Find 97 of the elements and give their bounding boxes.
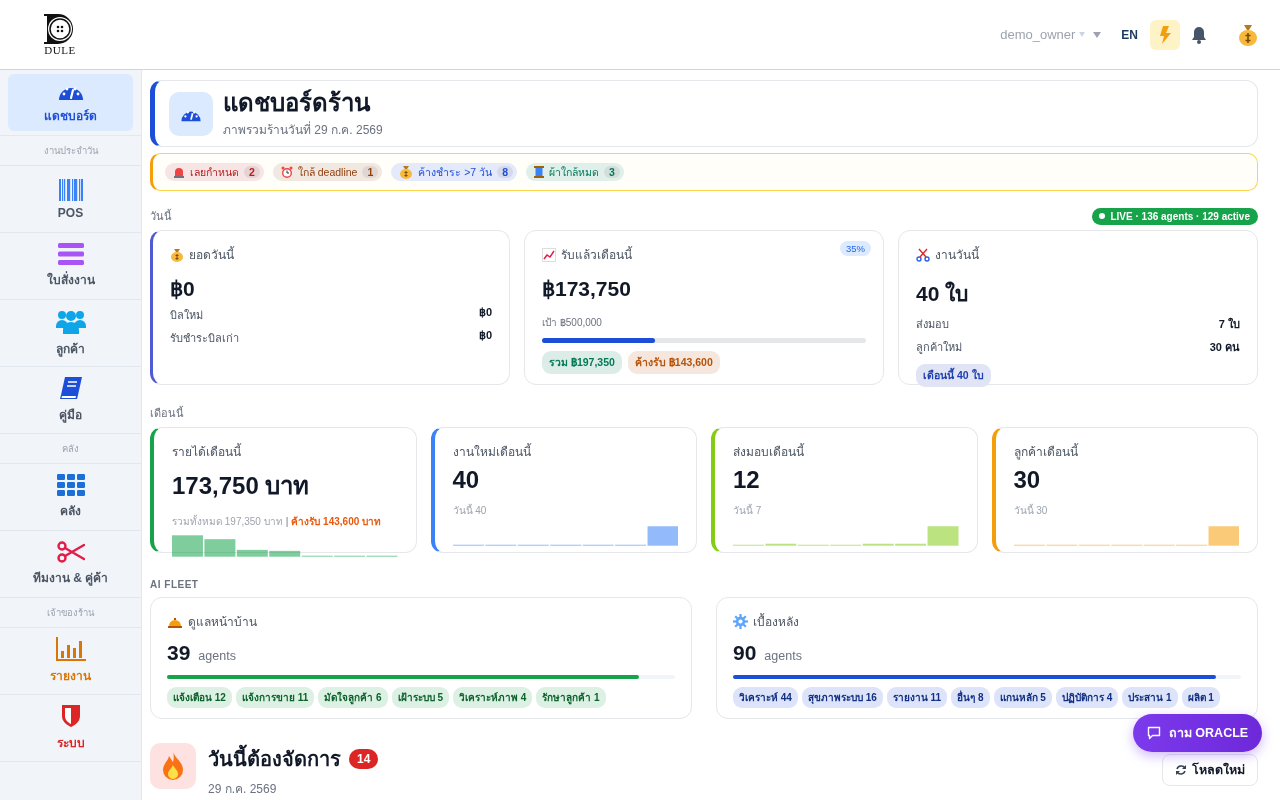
agent-tag: วิเคราะห์ภาพ 4	[452, 687, 533, 708]
nav-item[interactable]: คลัง	[8, 468, 133, 526]
card-title: งานใหม่เดือนนี้	[452, 442, 531, 461]
nav-item[interactable]: แดชบอร์ด	[8, 74, 133, 131]
agent-tag: วิเคราะห์ 44	[733, 687, 798, 708]
reload-button[interactable]: โหลดใหม่	[1162, 754, 1258, 786]
gauge-icon	[169, 91, 213, 136]
row-value: ฿0	[478, 329, 492, 343]
chart-icon	[542, 247, 556, 262]
spool-icon	[533, 166, 544, 178]
gear-icon	[733, 614, 748, 629]
row-value: ฿0	[478, 306, 492, 320]
card-title: เบื้องหลัง	[753, 612, 799, 631]
section-title: วันนี้ต้องจัดการ	[208, 743, 341, 775]
date-text: 29 ก.ค. 2569	[208, 781, 278, 798]
notification-icon[interactable]	[1190, 25, 1208, 44]
agent-tag: แกนหลัก 5	[993, 687, 1052, 708]
section-label: เดือนนี้	[150, 405, 184, 421]
agent-count: 90	[733, 641, 757, 665]
section-label: งานประจำวัน	[43, 144, 98, 158]
summary-tag: ค้างรับ ฿143,600	[627, 351, 720, 374]
agent-tag: สุขภาพระบบ 16	[801, 687, 883, 708]
fire-icon	[150, 743, 196, 789]
agent-tag: แจ้งเตือน 12	[167, 687, 232, 708]
service-bell-icon	[167, 615, 183, 628]
nav-item[interactable]: POS	[8, 170, 133, 228]
alert-chip[interactable]: ใกล้ deadline 1	[272, 163, 383, 181]
note-text: วันนี้ 7	[733, 505, 762, 516]
nav-item[interactable]: ทีมงาน & คู่ค้า	[8, 535, 133, 593]
agent-tag: เฝ้าระบบ 5	[391, 687, 449, 708]
page-title: แดชบอร์ดร้าน	[223, 88, 372, 117]
nav-item[interactable]: ลูกค้า	[8, 304, 133, 362]
alarm-clock-icon	[280, 166, 293, 178]
section-label: คลัง	[62, 442, 79, 456]
card-title: ดูแลหน้าบ้าน	[188, 614, 257, 631]
siren-icon	[173, 166, 185, 178]
summary-tag: เดือนนี้ 40 ใบ	[916, 364, 991, 387]
alert-chip[interactable]: เลยกำหนด 2	[165, 163, 264, 181]
nav-item[interactable]: คู่มือ	[8, 371, 133, 429]
stat-value: 40	[452, 466, 481, 494]
unit-label: agents	[198, 649, 236, 663]
agent-tag: ประสาน 1	[1122, 687, 1178, 708]
ask-oracle-button[interactable]: ถาม ORACLE	[1133, 714, 1262, 752]
card-title: ส่งมอบเดือนนี้	[733, 442, 804, 461]
note-text: รวมทั้งหมด 197,350 บาท	[172, 516, 283, 527]
section-label: เจ้าของร้าน	[47, 606, 94, 620]
language-toggle[interactable]: EN	[1121, 27, 1138, 42]
separator: |	[285, 516, 289, 527]
stat-value: 173,750 บาท	[172, 471, 311, 501]
agent-tag: แจ้งการขาย 11	[235, 687, 315, 708]
row-value: 30 คน	[1209, 340, 1240, 355]
note-text: วันนี้ 40	[452, 505, 487, 516]
outstanding-text: ค้างรับ 143,600 บาท	[291, 516, 382, 527]
row-label: รับชำระบิลเก่า	[170, 331, 239, 346]
note-text: วันนี้ 30	[1013, 505, 1048, 516]
section-label: วันนี้	[150, 208, 172, 224]
stat-value: ฿0	[170, 277, 196, 301]
alert-chip[interactable]: ค้างชำระ >7 วัน 8	[391, 163, 517, 181]
nav-item[interactable]: ใบสั่งงาน	[8, 237, 133, 295]
row-value: 7 ใบ	[1218, 316, 1240, 332]
nav-item[interactable]: ระบบ	[8, 699, 133, 757]
card-title: รับแล้วเดือนนี้	[561, 245, 632, 264]
row-label: บิลใหม่	[170, 308, 203, 323]
alert-chip[interactable]: ผ้าใกล้หมด 3	[525, 163, 624, 181]
chat-icon	[1146, 726, 1161, 740]
logo-text: DULE	[44, 45, 76, 56]
agent-tag: มัดใจลูกค้า 6	[318, 687, 388, 708]
card-title: งานวันนี้	[935, 245, 979, 264]
live-badge: LIVE · 136 agents · 129 active	[1092, 207, 1258, 225]
agent-tag: รายงาน 11	[886, 687, 948, 708]
card-title: ลูกค้าเดือนนี้	[1013, 442, 1078, 461]
card-title: ยอดวันนี้	[189, 245, 234, 264]
target-text: เป้า ฿500,000	[542, 316, 603, 330]
agent-tag: ปฏิบัติการ 4	[1055, 687, 1119, 708]
row-label: ลูกค้าใหม่	[916, 340, 962, 356]
lightning-icon	[1159, 25, 1171, 44]
money-bag-icon[interactable]	[1238, 23, 1258, 46]
agent-count: 39	[167, 641, 191, 665]
unit-label: agents	[764, 649, 802, 663]
scissors-icon	[916, 247, 930, 262]
agent-tag: รักษาลูกค้า 1	[536, 687, 606, 708]
card-title: รายได้เดือนนี้	[172, 442, 241, 461]
money-bag-icon	[170, 247, 184, 262]
refresh-icon	[1175, 764, 1187, 776]
page-subtitle: ภาพรวมร้านวันที่ 29 ก.ค. 2569	[223, 120, 383, 139]
row-label: ส่งมอบ	[916, 317, 949, 332]
agent-tag: อื่นๆ 8	[951, 687, 990, 708]
section-label: AI FLEET	[150, 578, 199, 590]
agent-tag: ผลิต 1	[1181, 687, 1220, 708]
stat-value: 12	[733, 466, 761, 494]
summary-tag: รวม ฿197,350	[542, 351, 622, 374]
count-badge: 14	[349, 749, 379, 769]
money-bag-icon	[399, 165, 414, 179]
stat-value: ฿173,750	[542, 277, 632, 301]
stat-value: 30	[1013, 466, 1042, 494]
stat-value: 40 ใบ	[916, 280, 970, 307]
percent-badge: 35%	[840, 241, 871, 256]
